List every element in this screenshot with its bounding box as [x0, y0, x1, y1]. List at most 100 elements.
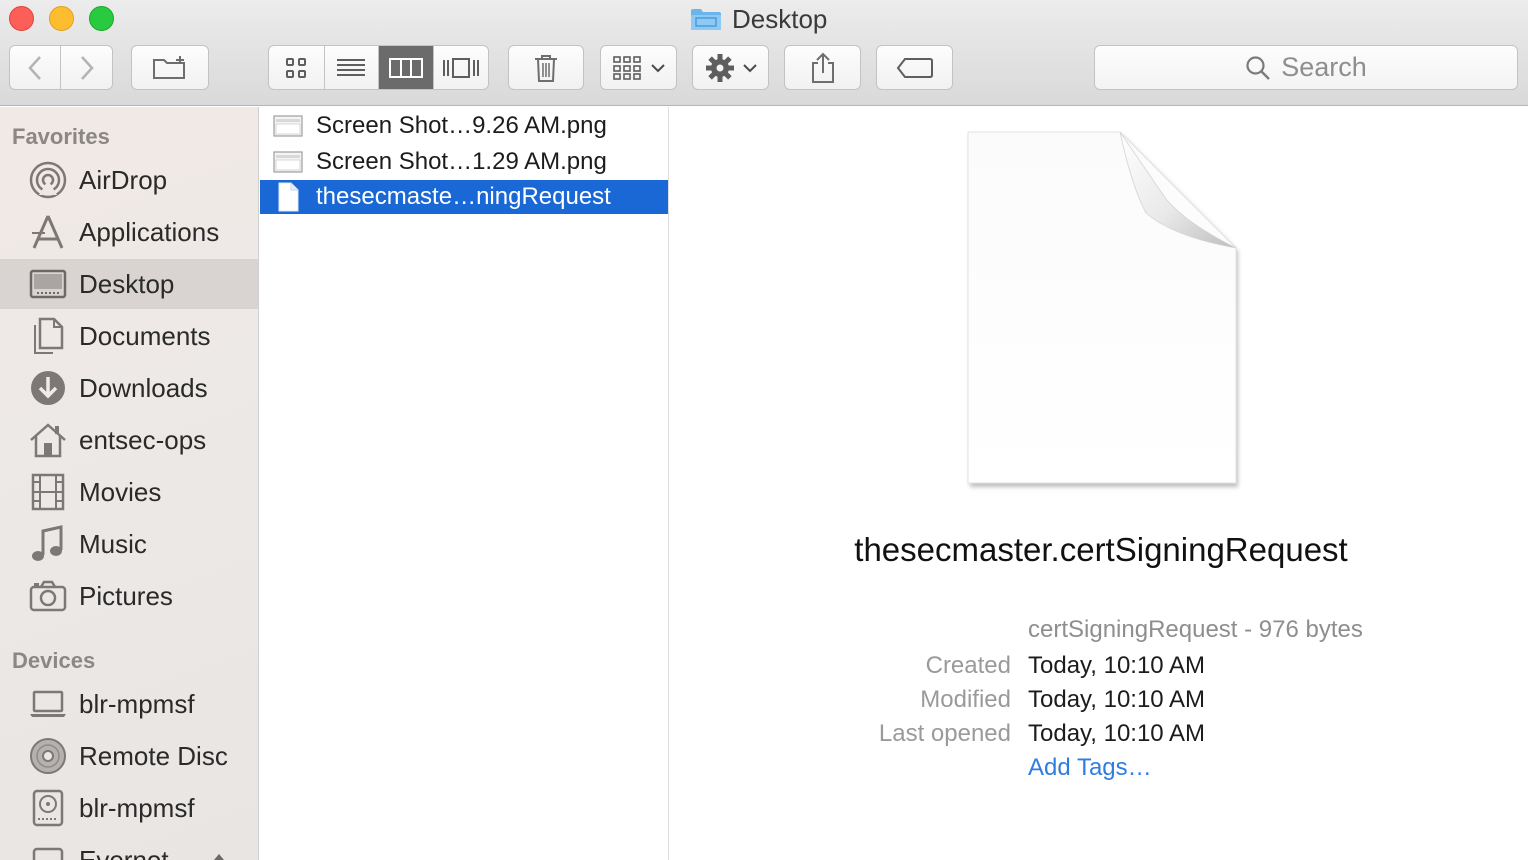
columns-icon: [388, 57, 423, 78]
sidebar-item-label: AirDrop: [79, 164, 168, 195]
sidebar-item-entsec-ops[interactable]: entsec-ops: [0, 415, 258, 465]
chevron-left-icon: [28, 55, 41, 80]
action-menu-button[interactable]: [692, 45, 769, 90]
sidebar-item-label: entsec-ops: [79, 424, 207, 455]
chevron-right-icon: [80, 55, 94, 80]
share-button[interactable]: [784, 45, 861, 90]
sidebar-item-label: Applications: [79, 216, 220, 247]
file-column: Screen Shot…9.26 AM.png Screen Shot…1.29…: [260, 107, 669, 860]
downloads-icon: [29, 369, 67, 407]
modified-label: Modified: [920, 686, 1011, 713]
pictures-icon: [29, 577, 67, 615]
window-toolbar: Desktop Search: [0, 0, 1528, 106]
sidebar-item-music[interactable]: Music: [0, 519, 258, 569]
sidebar-item-blr-mpmsf-laptop[interactable]: blr-mpmsf: [0, 679, 258, 729]
arrange-menu-button[interactable]: [600, 45, 677, 90]
file-name: Screen Shot…9.26 AM.png: [316, 112, 607, 139]
drive-icon: [29, 841, 67, 860]
file-name: thesecmaste…ningRequest: [316, 183, 611, 210]
window-title: Desktop: [690, 4, 827, 34]
edit-tags-button[interactable]: [876, 45, 953, 90]
modified-value: Today, 10:10 AM: [1028, 686, 1205, 713]
trash-icon: [535, 54, 557, 82]
last-opened-label: Last opened: [878, 720, 1011, 747]
sidebar-item-documents[interactable]: Documents: [0, 311, 258, 361]
sidebar-item-pictures[interactable]: Pictures: [0, 571, 258, 621]
move-to-trash-button[interactable]: [508, 45, 584, 90]
sidebar-item-label: Documents: [79, 320, 211, 351]
folder-icon: [691, 9, 721, 30]
disc-icon: [29, 737, 67, 775]
back-button[interactable]: [10, 46, 62, 89]
sidebar-item-label: blr-mpmsf: [79, 792, 195, 823]
search-placeholder: Search: [1281, 52, 1367, 82]
sidebar-item-label: Remote Disc: [79, 740, 228, 771]
sidebar-item-label: Evernot: [79, 844, 169, 860]
share-icon: [811, 52, 834, 83]
documents-icon: [29, 317, 67, 355]
file-row[interactable]: Screen Shot…9.26 AM.png: [260, 109, 668, 143]
search-field[interactable]: Search: [1094, 45, 1518, 90]
navigation-group: [9, 45, 113, 90]
sidebar-item-label: Movies: [79, 476, 162, 507]
preview-kind-size: certSigningRequest - 976 bytes: [1028, 616, 1363, 643]
sidebar-item-applications[interactable]: Applications: [0, 207, 258, 257]
airdrop-icon: [29, 161, 67, 199]
sidebar-item-label: Music: [79, 528, 147, 559]
sidebar-item-remote-disc[interactable]: Remote Disc: [0, 731, 258, 781]
close-window-button[interactable]: [9, 6, 34, 31]
add-tags-link[interactable]: Add Tags…: [1028, 754, 1152, 782]
desktop-icon: [29, 265, 67, 303]
minimize-window-button[interactable]: [49, 6, 74, 31]
list-icon: [337, 58, 366, 76]
file-row[interactable]: Screen Shot…1.29 AM.png: [260, 145, 668, 179]
document-preview-icon: [967, 131, 1238, 487]
image-file-icon: [273, 115, 303, 137]
favorites-heading: Favorites: [12, 124, 110, 149]
list-view-button[interactable]: [325, 46, 379, 89]
sidebar: Favorites AirDrop Applications Desktop D…: [0, 107, 259, 860]
sidebar-item-movies[interactable]: Movies: [0, 467, 258, 517]
column-view-button[interactable]: [379, 46, 434, 89]
file-name: Screen Shot…1.29 AM.png: [316, 148, 607, 175]
cover-flow-view-button[interactable]: [434, 46, 489, 89]
sidebar-item-airdrop[interactable]: AirDrop: [0, 155, 258, 205]
laptop-icon: [29, 685, 67, 723]
sidebar-item-label: Pictures: [79, 580, 173, 611]
view-mode-group: [268, 45, 489, 90]
gear-icon: [705, 53, 734, 82]
last-opened-value: Today, 10:10 AM: [1028, 720, 1205, 747]
sidebar-item-label: blr-mpmsf: [79, 688, 195, 719]
image-file-icon: [273, 151, 303, 173]
sidebar-item-evernote-drive[interactable]: Evernot: [0, 835, 258, 860]
devices-heading: Devices: [12, 648, 96, 673]
sidebar-item-downloads[interactable]: Downloads: [0, 363, 258, 413]
music-icon: [29, 525, 67, 563]
zoom-window-button[interactable]: [89, 6, 114, 31]
document-file-icon: [278, 182, 299, 212]
created-label: Created: [925, 652, 1011, 679]
icon-view-button[interactable]: [269, 46, 325, 89]
sidebar-item-desktop[interactable]: Desktop: [0, 259, 258, 309]
eject-icon[interactable]: [208, 853, 230, 860]
new-folder-button[interactable]: [131, 45, 209, 90]
sidebar-item-blr-mpmsf-drive[interactable]: blr-mpmsf: [0, 783, 258, 833]
forward-button[interactable]: [61, 46, 112, 89]
chevron-down-icon: [650, 63, 665, 72]
tag-icon: [896, 57, 933, 78]
chevron-down-icon: [742, 63, 757, 72]
sidebar-item-label: Downloads: [79, 372, 208, 403]
grid-icon: [286, 57, 307, 78]
applications-icon: [29, 213, 67, 251]
arrange-icon: [612, 55, 641, 80]
new-folder-icon: [153, 55, 185, 79]
file-row-selected[interactable]: thesecmaste…ningRequest: [260, 180, 668, 214]
home-icon: [29, 421, 67, 459]
cover-flow-icon: [442, 57, 479, 78]
preview-pane: thesecmaster.certSigningRequest certSign…: [670, 107, 1528, 860]
sidebar-item-label: Desktop: [79, 268, 175, 299]
hard-drive-icon: [29, 789, 67, 827]
movies-icon: [29, 473, 67, 511]
search-icon: [1246, 55, 1271, 80]
window-title-text: Desktop: [732, 3, 828, 34]
